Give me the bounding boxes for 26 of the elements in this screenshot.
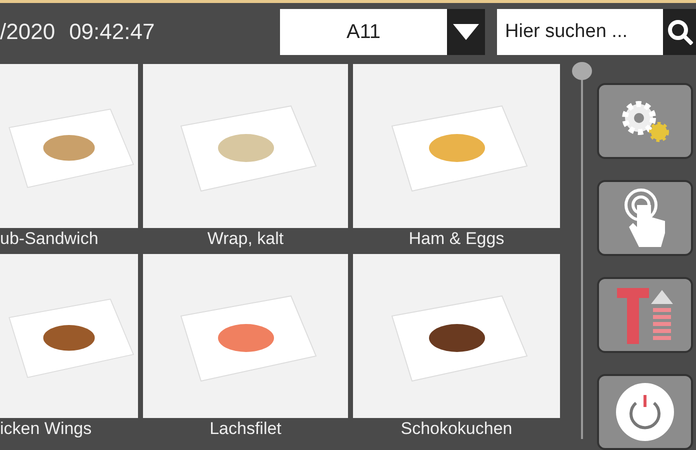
dish-tile[interactable]: Schokokuchen	[353, 254, 560, 440]
scroll-thumb[interactable]	[572, 62, 592, 80]
dish-tile[interactable]: icken Wings	[0, 254, 138, 440]
text-size-button[interactable]	[597, 277, 693, 353]
dish-tile[interactable]: Lachsfilet	[143, 254, 348, 440]
dish-tile[interactable]: Wrap, kalt	[143, 64, 348, 250]
dish-name: Wrap, kalt	[206, 228, 285, 250]
touch-hand-icon	[623, 187, 667, 249]
table-dropdown[interactable]: A11	[280, 9, 485, 55]
dish-name: Schokokuchen	[400, 418, 514, 440]
power-button[interactable]	[597, 374, 693, 450]
touch-button[interactable]	[597, 180, 693, 256]
dish-name: ub-Sandwich	[0, 228, 100, 250]
dish-name: icken Wings	[0, 418, 93, 440]
dropdown-arrow-icon	[453, 24, 479, 40]
settings-button[interactable]	[597, 83, 693, 159]
search-icon	[666, 19, 692, 45]
dish-tile[interactable]: Ham & Eggs	[353, 64, 560, 250]
search-field[interactable]: Hier suchen ...	[497, 9, 663, 55]
date-text: /2020	[0, 19, 56, 45]
power-icon	[614, 381, 676, 443]
dish-name: Ham & Eggs	[408, 228, 506, 250]
search-button[interactable]	[663, 9, 696, 55]
dish-tile[interactable]: ub-Sandwich	[0, 64, 138, 250]
dish-name: Lachsfilet	[208, 418, 282, 440]
time-text: 09:42:47	[69, 19, 155, 45]
